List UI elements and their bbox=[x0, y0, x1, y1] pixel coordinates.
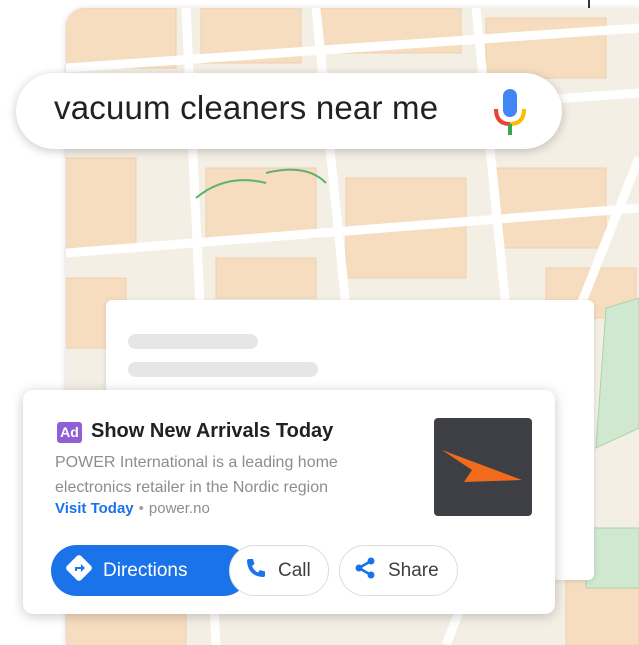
mic-icon[interactable] bbox=[492, 87, 528, 137]
placeholder-line bbox=[128, 334, 258, 349]
ad-card[interactable]: Ad Show New Arrivals Today POWER Interna… bbox=[23, 390, 555, 614]
ad-description-line: electronics retailer in the Nordic regio… bbox=[55, 479, 329, 496]
phone-icon bbox=[244, 556, 268, 586]
ad-link-row: Visit Today • power.no bbox=[55, 500, 210, 517]
directions-label: Directions bbox=[103, 559, 188, 581]
share-button[interactable]: Share bbox=[339, 545, 458, 596]
directions-button[interactable]: Directions bbox=[51, 545, 249, 596]
search-input[interactable]: vacuum cleaners near me bbox=[54, 89, 438, 127]
separator-dot: • bbox=[138, 500, 144, 517]
visit-today-link[interactable]: Visit Today bbox=[55, 500, 134, 517]
call-button[interactable]: Call bbox=[229, 545, 329, 596]
search-bar[interactable]: vacuum cleaners near me bbox=[16, 73, 562, 149]
power-logo[interactable] bbox=[434, 418, 532, 516]
ad-description-line: POWER International is a leading home bbox=[55, 454, 338, 471]
ad-description: POWER International is a leading home el… bbox=[55, 450, 385, 500]
ad-title[interactable]: Show New Arrivals Today bbox=[91, 420, 333, 443]
share-label: Share bbox=[388, 559, 439, 581]
ad-domain: power.no bbox=[148, 500, 210, 517]
placeholder-line bbox=[128, 362, 318, 377]
share-icon bbox=[352, 555, 378, 587]
directions-icon bbox=[65, 554, 93, 588]
call-label: Call bbox=[278, 559, 311, 581]
ad-badge: Ad bbox=[57, 422, 82, 443]
